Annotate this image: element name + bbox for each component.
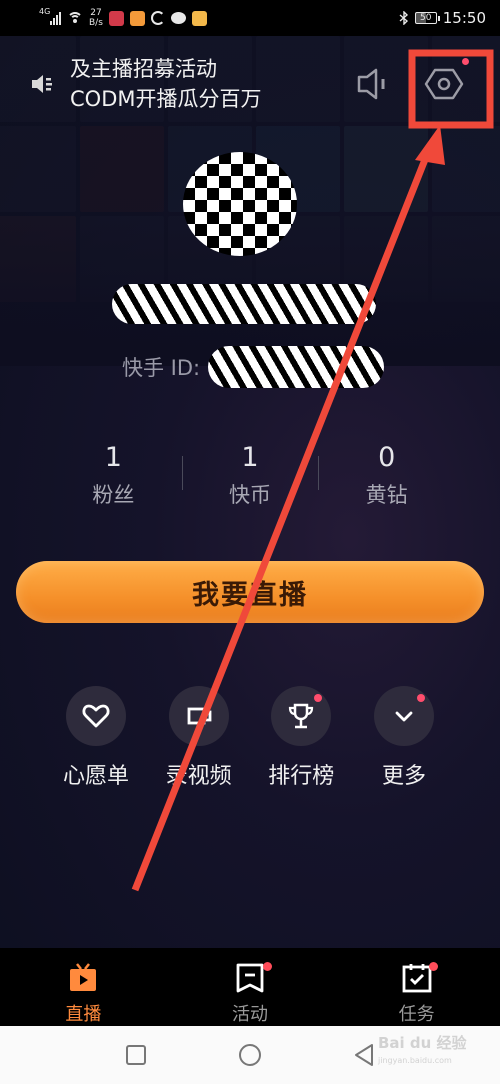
settings-badge [462, 58, 469, 65]
stat-yellow-diamond[interactable]: 0 黄钻 [318, 436, 455, 510]
top-bar: 及主播招募活动 CODM开播瓜分百万 [0, 46, 500, 126]
user-id-label: 快手 ID: [122, 356, 201, 380]
action-label: 录视频 [165, 764, 232, 789]
square-icon [126, 1045, 146, 1065]
badge-dot [416, 694, 425, 702]
action-label: 更多 [381, 764, 426, 789]
status-bar: 4G 27 B/s 50 15:50 [0, 0, 500, 36]
system-navigation-bar: Bai du 经验 jingyan.baidu.com [0, 1026, 500, 1084]
tab-activity[interactable]: 活动 [167, 948, 334, 1026]
avatar[interactable] [183, 152, 297, 256]
stat-value: 0 [378, 442, 396, 473]
battery-level: 50 [420, 13, 432, 23]
stat-fans[interactable]: 1 粉丝 [45, 436, 182, 510]
action-label: 心愿单 [62, 764, 129, 789]
user-id-row: 快手 ID: [122, 346, 385, 388]
trophy-icon [289, 703, 314, 729]
action-record-video[interactable]: 录视频 [149, 686, 249, 790]
speed-unit: B/s [89, 18, 103, 28]
tab-label: 活动 [232, 1004, 268, 1025]
baidu-watermark: Bai du 经验 jingyan.baidu.com [378, 1034, 467, 1070]
network-type: 4G [39, 7, 51, 16]
signal-icon: 4G [39, 7, 61, 25]
home-button[interactable] [237, 1042, 263, 1068]
record-video-icon [187, 707, 212, 725]
battery-icon: 50 [414, 12, 440, 24]
bottom-tab-bar: 直播 活动 任务 [0, 948, 500, 1026]
app-notification-icon [191, 10, 207, 26]
back-triangle-icon [355, 1044, 373, 1066]
tab-label: 直播 [65, 1004, 102, 1025]
stat-kuaibi[interactable]: 1 快币 [181, 436, 319, 510]
badge-dot [429, 962, 439, 971]
live-home-screen: 及主播招募活动 CODM开播瓜分百万 快手 ID: 1 粉丝 1 快币 0 黄钻 [0, 36, 500, 948]
watermark-title: Bai du 经验 [378, 1034, 467, 1052]
bookmark-icon [236, 963, 264, 993]
app-notification-icon [129, 10, 145, 26]
go-live-button[interactable]: 我要直播 [16, 561, 484, 623]
stat-label: 黄钻 [365, 483, 408, 507]
sound-toggle-icon[interactable] [354, 66, 390, 102]
action-more[interactable]: 更多 [354, 686, 454, 790]
network-speed: 27 B/s [89, 8, 103, 28]
stat-value: 1 [104, 442, 122, 473]
calendar-check-icon [402, 964, 432, 993]
heart-icon [82, 704, 110, 728]
tab-tasks[interactable]: 任务 [333, 948, 500, 1026]
tv-icon [70, 963, 97, 991]
quick-actions: 心愿单 录视频 排行榜 更多 [46, 686, 454, 790]
watermark-url: jingyan.baidu.com [378, 1056, 452, 1065]
circle-icon [239, 1044, 261, 1066]
app-notification-icon [108, 10, 124, 26]
tab-live[interactable]: 直播 [0, 948, 167, 1026]
action-leaderboard[interactable]: 排行榜 [251, 686, 351, 790]
wifi-icon [67, 12, 83, 24]
action-wishlist[interactable]: 心愿单 [46, 686, 146, 790]
username-redacted [112, 284, 376, 324]
speed-value: 27 [90, 8, 102, 18]
stat-value: 1 [241, 442, 259, 473]
stat-label: 快币 [229, 483, 271, 507]
settings-hexagon-icon[interactable] [422, 62, 466, 106]
back-button[interactable] [351, 1042, 377, 1068]
stat-label: 粉丝 [92, 483, 135, 507]
announcement-line-2: CODM开播瓜分百万 [70, 87, 262, 111]
stats-row: 1 粉丝 1 快币 0 黄钻 [45, 436, 455, 510]
sync-icon [150, 11, 165, 25]
chat-icon [170, 12, 186, 24]
speaker-icon [32, 75, 52, 93]
badge-dot [262, 962, 272, 971]
clock: 15:50 [442, 9, 486, 27]
user-id-redacted [208, 346, 385, 388]
recents-button[interactable] [123, 1042, 149, 1068]
announcement-line-1: 及主播招募活动 [70, 57, 217, 81]
tab-label: 任务 [398, 1004, 435, 1025]
chevron-down-icon [395, 711, 413, 722]
bluetooth-icon [399, 11, 408, 25]
announcement-marquee[interactable]: 及主播招募活动 CODM开播瓜分百万 [70, 54, 261, 114]
action-label: 排行榜 [268, 764, 335, 789]
